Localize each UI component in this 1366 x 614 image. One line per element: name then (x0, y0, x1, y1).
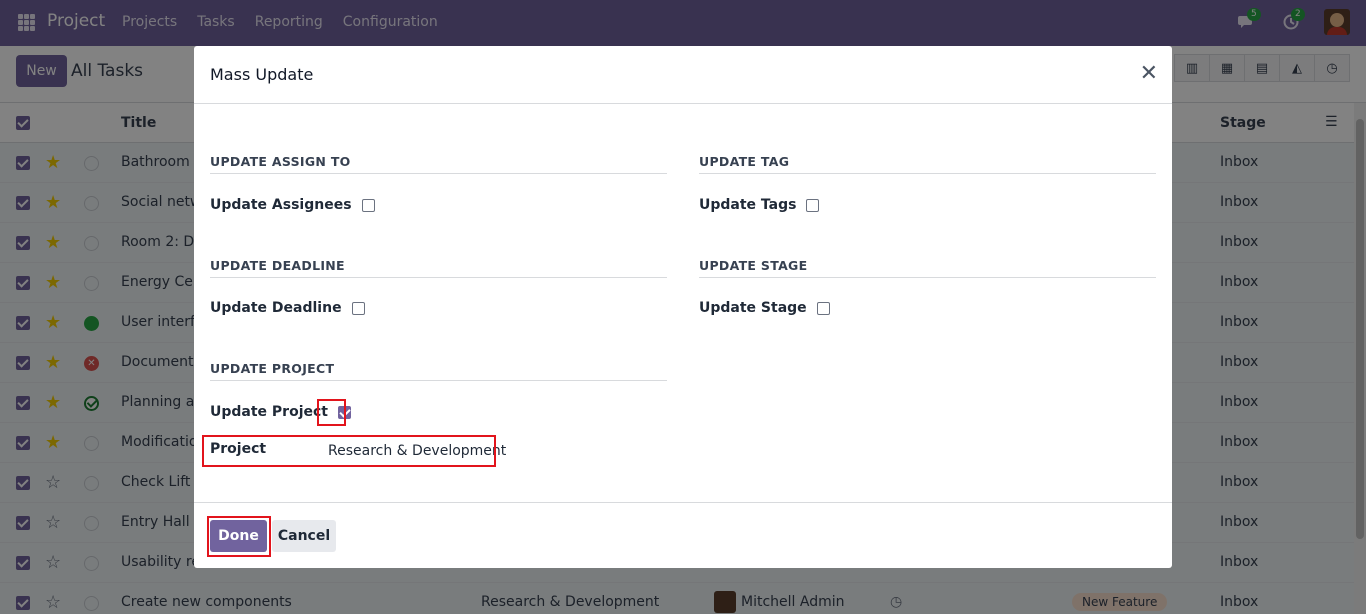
section-label-deadline: UPDATE DEADLINE (210, 258, 667, 278)
label-update-assignees: Update Assignees (210, 197, 352, 213)
highlight-project-field (202, 435, 496, 467)
section-deadline: UPDATE DEADLINE (210, 258, 667, 278)
field-update-stage: Update Stage (699, 300, 830, 316)
highlight-update-project-checkbox (317, 399, 346, 426)
section-label-stage: UPDATE STAGE (699, 258, 1156, 278)
section-label-tag: UPDATE TAG (699, 154, 1156, 174)
section-tag: UPDATE TAG (699, 154, 1156, 174)
field-update-tags: Update Tags (699, 197, 820, 213)
close-icon[interactable]: ✕ (1140, 62, 1158, 86)
dialog-title: Mass Update (210, 65, 314, 84)
dialog-footer: Done Cancel (194, 502, 1172, 568)
label-update-deadline: Update Deadline (210, 300, 342, 316)
dialog-header: Mass Update ✕ (194, 46, 1172, 104)
checkbox-update-deadline[interactable] (351, 301, 365, 315)
field-update-assignees: Update Assignees (210, 197, 375, 213)
label-update-project: Update Project (210, 404, 328, 420)
section-label-assign: UPDATE ASSIGN TO (210, 154, 667, 174)
highlight-done-button (207, 516, 271, 557)
section-assign: UPDATE ASSIGN TO (210, 154, 667, 174)
label-update-tags: Update Tags (699, 197, 797, 213)
field-update-deadline: Update Deadline (210, 300, 365, 316)
checkbox-update-assignees[interactable] (361, 198, 375, 212)
section-project: UPDATE PROJECT (210, 361, 667, 381)
checkbox-update-stage[interactable] (816, 301, 830, 315)
section-stage: UPDATE STAGE (699, 258, 1156, 278)
mass-update-dialog: Mass Update ✕ UPDATE ASSIGN TO Update As… (194, 46, 1172, 568)
cancel-button[interactable]: Cancel (272, 520, 336, 552)
section-label-project: UPDATE PROJECT (210, 361, 667, 381)
checkbox-update-tags[interactable] (806, 198, 820, 212)
label-update-stage: Update Stage (699, 300, 807, 316)
